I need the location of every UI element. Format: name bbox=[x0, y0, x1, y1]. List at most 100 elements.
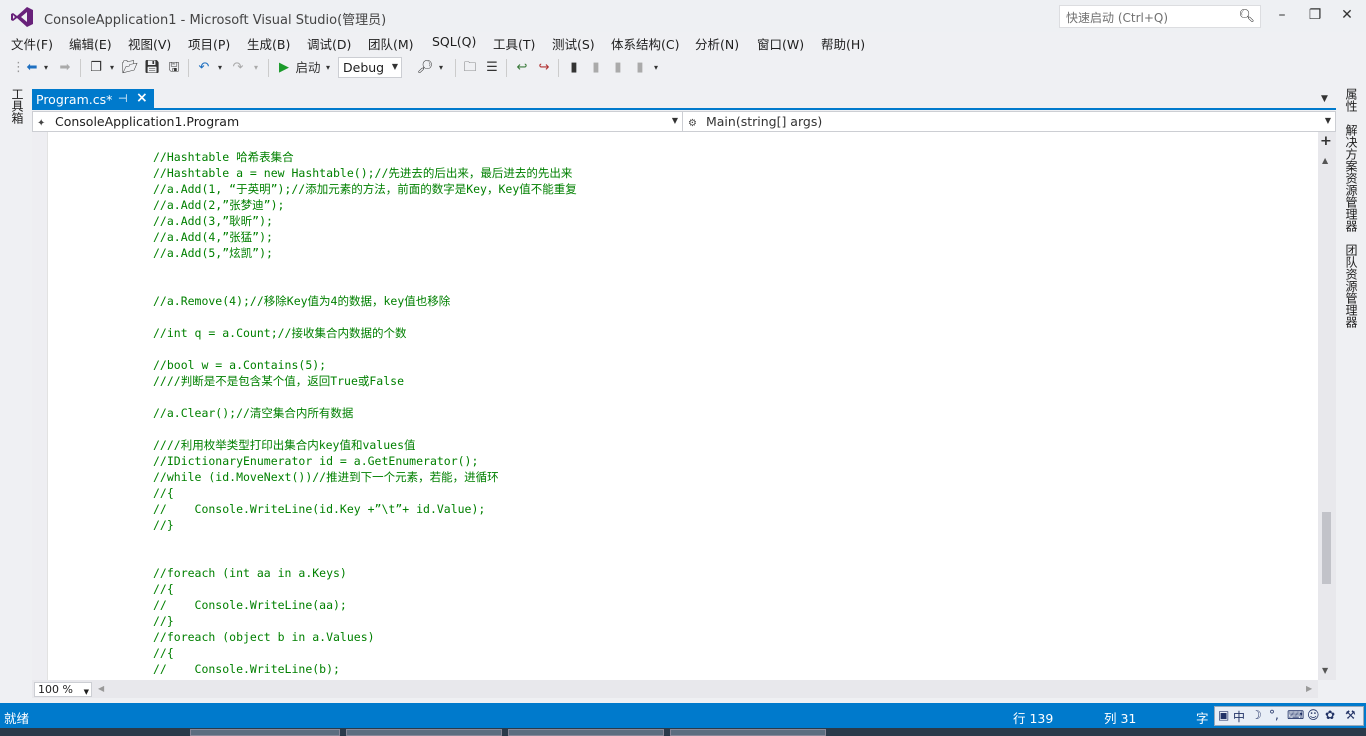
new-project-dropdown-icon[interactable]: ▾ bbox=[108, 59, 116, 77]
ime-language-mode[interactable]: 中 bbox=[1233, 708, 1245, 725]
code-line[interactable]: //a.Add(1, “于英明”);//添加元素的方法，前面的数字是Key，Ke… bbox=[153, 181, 577, 197]
code-line[interactable] bbox=[153, 309, 577, 325]
menu-sql[interactable]: SQL(Q) bbox=[432, 34, 476, 49]
toggle-bookmark-icon[interactable]: ▮ bbox=[566, 59, 582, 77]
scroll-down-icon[interactable]: ▼ bbox=[1322, 666, 1328, 675]
menu-analyze[interactable]: 分析(N) bbox=[695, 34, 739, 53]
toolbox-tab[interactable]: 工具箱 bbox=[9, 88, 26, 124]
code-editor[interactable]: //Hashtable 哈希表集合//Hashtable a = new Has… bbox=[32, 132, 1318, 680]
code-line[interactable]: //foreach (int aa in a.Keys) bbox=[153, 565, 577, 581]
taskbar-button[interactable] bbox=[508, 729, 664, 736]
split-window-icon[interactable]: ➕︎ bbox=[1321, 134, 1331, 149]
redo-icon[interactable]: ↷ bbox=[230, 59, 246, 77]
menu-debug[interactable]: 调试(D) bbox=[307, 34, 351, 53]
menu-team[interactable]: 团队(M) bbox=[368, 34, 414, 53]
code-line[interactable]: //} bbox=[153, 613, 577, 629]
code-line[interactable]: //Hashtable a = new Hashtable();//先进去的后出… bbox=[153, 165, 577, 181]
zoom-select[interactable]: 100 % ▼ bbox=[34, 682, 92, 697]
menu-build[interactable]: 生成(B) bbox=[247, 34, 290, 53]
next-bookmark-icon[interactable]: ▮ bbox=[610, 59, 626, 77]
code-line[interactable]: //bool w = a.Contains(5); bbox=[153, 357, 577, 373]
menu-file[interactable]: 文件(F) bbox=[11, 34, 53, 53]
moon-icon[interactable]: ☽ bbox=[1251, 708, 1262, 722]
scroll-up-icon[interactable]: ▲ bbox=[1322, 156, 1328, 165]
find-in-files-icon[interactable]: 🔎︎ bbox=[416, 59, 434, 77]
skin-icon[interactable]: ✿ bbox=[1325, 708, 1335, 722]
quick-launch-input[interactable]: 快速启动 (Ctrl+Q) 🔍︎ bbox=[1059, 5, 1261, 28]
code-line[interactable] bbox=[153, 341, 577, 357]
code-line[interactable]: //{ bbox=[153, 645, 577, 661]
tab-list-dropdown-icon[interactable]: ▼ bbox=[1321, 94, 1328, 104]
open-file-icon[interactable]: 📂︎ bbox=[122, 59, 139, 77]
ime-language-bar[interactable]: ▣ 中 ☽ °, ⌨︎ ☺︎ ✿ ⚒︎ bbox=[1214, 706, 1364, 726]
menu-test[interactable]: 测试(S) bbox=[552, 34, 595, 53]
vertical-scrollbar[interactable]: ➕︎ ▲ ▼ bbox=[1318, 132, 1336, 680]
back-dropdown-icon[interactable]: ▾ bbox=[42, 59, 50, 77]
code-line[interactable] bbox=[153, 261, 577, 277]
code-line[interactable] bbox=[153, 277, 577, 293]
uncomment-lines-icon[interactable]: ↪ bbox=[536, 59, 552, 77]
save-icon[interactable]: 💾︎ bbox=[144, 59, 161, 77]
redo-dropdown-icon[interactable]: ▾ bbox=[252, 59, 260, 77]
scrollbar-thumb[interactable] bbox=[1322, 512, 1331, 584]
taskbar-button[interactable] bbox=[190, 729, 340, 736]
start-button-label[interactable]: 启动 bbox=[294, 59, 322, 77]
code-line[interactable]: //{ bbox=[153, 581, 577, 597]
code-line[interactable]: //foreach (object b in a.Values) bbox=[153, 629, 577, 645]
search-icon[interactable]: 🔍︎ bbox=[1238, 9, 1255, 24]
code-line[interactable]: // Console.WriteLine(b); bbox=[153, 661, 577, 677]
menu-view[interactable]: 视图(V) bbox=[128, 34, 171, 53]
new-project-icon[interactable]: ❐ bbox=[88, 59, 104, 77]
menu-tools[interactable]: 工具(T) bbox=[493, 34, 535, 53]
properties-window-icon[interactable]: ☰ bbox=[484, 59, 500, 77]
team-explorer-tab[interactable]: 团队资源管理器 bbox=[1343, 244, 1360, 328]
code-line[interactable]: //a.Remove(4);//移除Key值为4的数据，key值也移除 bbox=[153, 293, 577, 309]
taskbar-button[interactable] bbox=[670, 729, 826, 736]
code-line[interactable]: //a.Add(3,”耿昕”); bbox=[153, 213, 577, 229]
member-dropdown[interactable]: ⚙︎ Main(string[] args) ▼ bbox=[684, 112, 1335, 131]
code-line[interactable] bbox=[153, 389, 577, 405]
close-button[interactable]: ✕ bbox=[1337, 6, 1357, 24]
clear-bookmarks-icon[interactable]: ▮ bbox=[632, 59, 648, 77]
horizontal-scrollbar[interactable]: 100 % ▼ ◀ ▶ bbox=[32, 680, 1318, 698]
code-line[interactable]: //while (id.MoveNext())//推进到下一个元素，若能，进循环 bbox=[153, 469, 577, 485]
comment-lines-icon[interactable]: ↩ bbox=[514, 59, 530, 77]
indicator-margin[interactable] bbox=[32, 132, 48, 680]
undo-dropdown-icon[interactable]: ▾ bbox=[216, 59, 224, 77]
taskbar-button[interactable] bbox=[346, 729, 502, 736]
find-dropdown-icon[interactable]: ▾ bbox=[437, 59, 445, 77]
maximize-button[interactable]: ❐ bbox=[1305, 6, 1325, 24]
code-text[interactable]: //Hashtable 哈希表集合//Hashtable a = new Has… bbox=[153, 149, 577, 677]
code-line[interactable]: //a.Add(5,”炫凯”); bbox=[153, 245, 577, 261]
code-line[interactable]: ////判断是不是包含某个值，返回True或False bbox=[153, 373, 577, 389]
toolbar-overflow-icon[interactable]: ▾ bbox=[652, 59, 660, 77]
menu-window[interactable]: 窗口(W) bbox=[757, 34, 804, 53]
code-line[interactable]: // Console.WriteLine(aa); bbox=[153, 597, 577, 613]
code-line[interactable]: //} bbox=[153, 517, 577, 533]
wrench-icon[interactable]: ⚒︎ bbox=[1345, 708, 1356, 722]
menu-architecture[interactable]: 体系结构(C) bbox=[611, 34, 679, 53]
tab-program-cs[interactable]: Program.cs* ⊣ × bbox=[32, 89, 154, 110]
code-line[interactable]: //IDictionaryEnumerator id = a.GetEnumer… bbox=[153, 453, 577, 469]
start-dropdown-icon[interactable]: ▾ bbox=[324, 59, 332, 77]
scroll-left-icon[interactable]: ◀ bbox=[98, 684, 104, 693]
menu-project[interactable]: 项目(P) bbox=[188, 34, 230, 53]
code-line[interactable]: //Hashtable 哈希表集合 bbox=[153, 149, 577, 165]
code-line[interactable]: // Console.WriteLine(id.Key +”\t”+ id.Va… bbox=[153, 501, 577, 517]
menu-edit[interactable]: 编辑(E) bbox=[69, 34, 112, 53]
scroll-right-icon[interactable]: ▶ bbox=[1306, 684, 1312, 693]
solution-explorer-icon[interactable]: 🗀 bbox=[462, 59, 478, 77]
code-line[interactable]: ////利用枚举类型打印出集合内key值和values值 bbox=[153, 437, 577, 453]
code-line[interactable] bbox=[153, 421, 577, 437]
navigate-forward-icon[interactable]: ➡ bbox=[57, 59, 73, 77]
code-line[interactable]: //int q = a.Count;//接收集合内数据的个数 bbox=[153, 325, 577, 341]
minimize-button[interactable]: – bbox=[1272, 6, 1292, 24]
menu-help[interactable]: 帮助(H) bbox=[821, 34, 865, 53]
pin-icon[interactable]: ⊣ bbox=[118, 92, 128, 105]
navigate-back-icon[interactable]: ⬅ bbox=[24, 59, 40, 77]
code-line[interactable] bbox=[153, 549, 577, 565]
code-line[interactable]: //{ bbox=[153, 485, 577, 501]
properties-tab[interactable]: 属性 bbox=[1343, 88, 1360, 112]
previous-bookmark-icon[interactable]: ▮ bbox=[588, 59, 604, 77]
keyboard-icon[interactable]: ⌨︎ bbox=[1287, 708, 1304, 722]
